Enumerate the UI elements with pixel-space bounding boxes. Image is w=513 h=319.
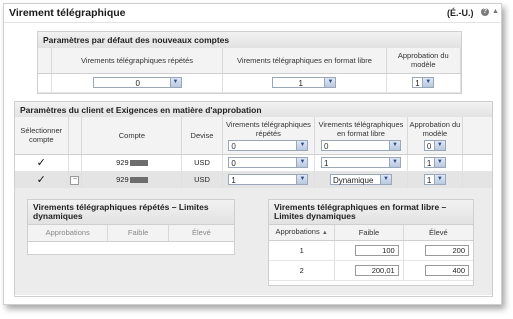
chevron-down-icon: ▼ — [433, 158, 445, 167]
defaults-freeform-select[interactable]: 1 ▼ — [272, 77, 337, 88]
repetitive-limits-panel: Virements télégraphiques répétés – Limit… — [27, 199, 235, 255]
header-freeform-select[interactable]: 0 ▼ — [320, 139, 401, 151]
low-limit-input[interactable]: 200,01 — [354, 264, 399, 276]
col-approval: Approbation du modèle — [409, 119, 461, 138]
chevron-down-icon: ▼ — [422, 78, 434, 87]
header-approval-select[interactable]: 0 ▼ — [423, 139, 446, 151]
currency: USD — [181, 154, 223, 172]
new-account-defaults-section: Paramètres par défaut des nouveaux compt… — [37, 31, 462, 94]
chevron-down-icon: ▼ — [379, 175, 391, 184]
sort-ascending-icon[interactable]: ▲ — [322, 230, 328, 236]
row-freeform-select[interactable]: Dynamique ▼ — [329, 174, 392, 185]
chevron-down-icon: ▼ — [433, 140, 445, 150]
row-approval-select[interactable]: 1 ▼ — [423, 157, 446, 168]
freeform-col-approvals[interactable]: Approbations — [276, 227, 320, 236]
chevron-down-icon: ▼ — [296, 140, 308, 150]
defaults-repetitive-select[interactable]: 0 ▼ — [92, 77, 182, 88]
chevron-down-icon: ▼ — [388, 158, 400, 167]
high-limit-input[interactable]: 200 — [425, 244, 469, 256]
defaults-col-repetitive: Virements télégraphiques répétés — [51, 48, 224, 74]
defaults-section-title: Paramètres par défaut des nouveaux compt… — [38, 32, 461, 49]
repetitive-col-low: Faible — [107, 225, 169, 242]
repetitive-col-approvals: Approbations — [28, 225, 109, 242]
freeform-limits-panel: Virements télégraphiques en format libre… — [268, 199, 474, 286]
col-repetitive: Virements télégraphiques répétés — [225, 119, 311, 138]
masked-digits — [129, 160, 148, 167]
row-freeform-select[interactable]: 1 ▼ — [320, 157, 401, 168]
defaults-approval-select[interactable]: 1 ▼ — [412, 77, 435, 88]
collapse-icon[interactable]: ▲ — [492, 8, 499, 15]
col-account: Compte — [81, 117, 183, 155]
region-label: (É.-U.) — [447, 8, 474, 18]
table-row: ✓ − 929 USD 1 ▼ Dynamique ▼ 1 ▼ — [15, 171, 492, 189]
defaults-col-freeform: Virements télégraphiques en format libre — [222, 48, 387, 74]
repetitive-col-high: Élevé — [168, 225, 234, 242]
row-approval-select[interactable]: 1 ▼ — [423, 174, 446, 185]
account-number: 929 — [116, 158, 129, 167]
panel-header: Virement télégraphique (É.-U.) ? ▲ — [4, 4, 501, 23]
header-repetitive-select[interactable]: 0 ▼ — [228, 139, 309, 151]
approval-level: 2 — [269, 260, 336, 281]
repetitive-limits-title: Virements télégraphiques répétés – Limit… — [28, 200, 234, 225]
client-settings-section: Paramètres du client et Exigences en mat… — [14, 101, 493, 297]
freeform-col-low: Faible — [334, 225, 404, 241]
page-title: Virement télégraphique — [9, 7, 126, 19]
col-currency: Devise — [181, 117, 223, 155]
help-icon[interactable]: ? — [481, 8, 489, 16]
high-limit-input[interactable]: 400 — [425, 264, 469, 276]
chevron-down-icon: ▼ — [388, 140, 400, 150]
check-icon[interactable]: ✓ — [37, 157, 46, 169]
collapse-row-icon[interactable]: − — [70, 176, 80, 185]
freeform-limits-title: Virements télégraphiques en format libre… — [269, 200, 473, 225]
col-freeform: Virements télégraphiques en format libre — [318, 119, 404, 138]
masked-digits — [129, 177, 148, 184]
chevron-down-icon: ▼ — [433, 175, 445, 184]
wire-transfer-panel: Virement télégraphique (É.-U.) ? ▲ Param… — [3, 3, 502, 305]
table-row: 2 200,01 400 — [269, 260, 473, 281]
chevron-down-icon: ▼ — [296, 175, 308, 184]
row-repetitive-select[interactable]: 0 ▼ — [228, 157, 309, 168]
chevron-down-icon: ▼ — [296, 158, 308, 167]
approval-level: 1 — [269, 240, 336, 261]
currency: USD — [181, 171, 223, 189]
check-icon[interactable]: ✓ — [37, 174, 46, 186]
low-limit-input[interactable]: 100 — [354, 244, 399, 256]
defaults-col-approval: Approbation du modèle — [386, 48, 462, 74]
chevron-down-icon: ▼ — [169, 78, 181, 87]
col-select-account: Sélectionner compte — [15, 117, 69, 155]
table-row: ✓ 929 USD 0 ▼ 1 ▼ 1 ▼ — [15, 154, 492, 172]
row-repetitive-select[interactable]: 1 ▼ — [228, 174, 309, 185]
freeform-col-high: Élevé — [403, 225, 473, 241]
chevron-down-icon: ▼ — [324, 78, 336, 87]
table-row: 1 100 200 — [269, 240, 473, 261]
account-number: 929 — [116, 175, 129, 184]
